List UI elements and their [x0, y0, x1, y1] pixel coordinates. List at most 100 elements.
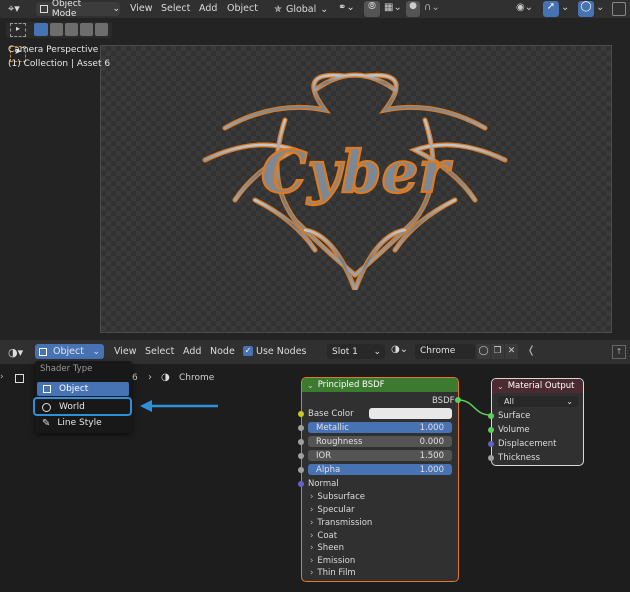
shader-menu-add[interactable]: Add: [183, 346, 201, 357]
collapse-icon[interactable]: ⌄: [307, 381, 314, 390]
menu-select[interactable]: Select: [161, 3, 190, 14]
select-subtract-icon[interactable]: [65, 23, 78, 36]
panel-label: Coat: [317, 531, 338, 541]
collapse-icon[interactable]: ⌄: [497, 382, 504, 391]
select-invert-icon[interactable]: [80, 23, 93, 36]
breadcrumb-material: Chrome: [179, 373, 215, 383]
object-type-icon: [39, 347, 47, 356]
roughness-label: Roughness: [316, 436, 363, 447]
surface-socket[interactable]: [488, 413, 494, 419]
snap-target-icon[interactable]: ▦⌄: [384, 2, 402, 13]
alpha-socket[interactable]: [298, 467, 304, 473]
object-mode-label: Object Mode: [51, 0, 82, 19]
surface-label: Surface: [498, 411, 531, 421]
target-dropdown[interactable]: All ⌄: [498, 396, 578, 407]
base-color-label: Base Color: [308, 409, 354, 419]
metallic-field[interactable]: Metallic 1.000: [308, 422, 452, 433]
shader-menu-node[interactable]: Node: [210, 346, 235, 357]
shader-type-menu-title: Shader Type: [40, 364, 93, 374]
node-header[interactable]: ⌄ Material Output: [492, 379, 583, 393]
panel-subsurface[interactable]: › Subsurface: [310, 492, 365, 502]
thickness-socket[interactable]: [488, 455, 494, 461]
menu-view[interactable]: View: [130, 3, 153, 14]
select-box-icon[interactable]: [34, 23, 48, 36]
pivot-icon[interactable]: ⚭⌄: [338, 2, 355, 13]
base-color-socket[interactable]: [298, 411, 304, 417]
chevron-right-icon: ›: [310, 505, 314, 515]
use-nodes-checkbox[interactable]: ✓: [243, 346, 253, 356]
bsdf-output-socket[interactable]: [455, 397, 461, 403]
chevron-down-icon: ⌄: [112, 4, 120, 14]
roughness-socket[interactable]: [298, 439, 304, 445]
use-nodes-label: Use Nodes: [256, 346, 307, 357]
metallic-socket[interactable]: [298, 425, 304, 431]
material-name-field[interactable]: Chrome: [415, 344, 475, 359]
ior-field[interactable]: IOR 1.500: [308, 450, 452, 461]
volume-socket[interactable]: [488, 427, 494, 433]
menu-add[interactable]: Add: [199, 3, 217, 14]
panel-thin-film[interactable]: › Thin Film: [310, 568, 356, 578]
cyber-logo-artwork: Cyber: [202, 72, 508, 290]
breadcrumb-partial: 6: [132, 373, 138, 383]
line-style-icon: ✎: [42, 417, 51, 429]
chevron-right-icon: ›: [310, 492, 314, 502]
metallic-value: 1.000: [419, 422, 444, 433]
roughness-value: 0.000: [419, 436, 444, 447]
transform-orientation[interactable]: ✯ Global ⌄: [274, 2, 332, 16]
overlay-toggle-icon[interactable]: ◯: [578, 1, 594, 17]
fake-user-icon[interactable]: ◯: [477, 344, 490, 359]
falloff-icon[interactable]: ∩⌄: [424, 2, 440, 13]
shader-type-object-label: Object: [59, 384, 89, 394]
roughness-field[interactable]: Roughness 0.000: [308, 436, 452, 447]
panel-emission[interactable]: › Emission: [310, 556, 355, 566]
panel-transmission[interactable]: › Transmission: [310, 518, 372, 528]
displacement-socket[interactable]: [488, 441, 494, 447]
base-color-swatch[interactable]: [369, 408, 452, 419]
viewport[interactable]: ▸ ➤ Camera Perspective (1) Collection | …: [0, 18, 630, 340]
volume-label: Volume: [498, 425, 530, 435]
unlink-icon[interactable]: ✕: [505, 344, 518, 359]
panel-label: Subsurface: [317, 492, 365, 502]
select-extend-icon[interactable]: [50, 23, 63, 36]
alpha-field[interactable]: Alpha 1.000: [308, 464, 452, 475]
snap-icon[interactable]: ⦾: [364, 1, 380, 17]
material-name: Chrome: [420, 346, 456, 356]
sidebar-toggle-icon[interactable]: ↑: [612, 345, 626, 359]
world-icon: [42, 402, 51, 412]
panel-label: Transmission: [317, 518, 373, 528]
ior-socket[interactable]: [298, 453, 304, 459]
node-header[interactable]: ⌄ Principled BSDF: [302, 378, 458, 392]
xray-icon[interactable]: [612, 2, 626, 16]
material-browse-icon[interactable]: ◑⌄: [391, 344, 413, 359]
editor-type-icon[interactable]: ⌖▾: [8, 2, 30, 16]
visibility-icon[interactable]: ◉⌄: [516, 2, 533, 13]
duplicate-icon[interactable]: ❐: [491, 344, 504, 359]
panel-specular[interactable]: › Specular: [310, 505, 355, 515]
select-tool-icon[interactable]: ▸: [10, 23, 26, 37]
panel-label: Thin Film: [317, 568, 356, 578]
shader-type-world-item[interactable]: World: [37, 400, 129, 414]
menu-object[interactable]: Object: [227, 3, 258, 14]
object-mode-dropdown[interactable]: Object Mode ⌄: [36, 0, 120, 19]
shader-menu-select[interactable]: Select: [145, 346, 174, 357]
shader-type-object-item[interactable]: Object: [37, 382, 129, 396]
normal-socket[interactable]: [298, 481, 304, 487]
object-type-dropdown[interactable]: Object ⌄: [35, 344, 104, 359]
shader-editor-type-icon[interactable]: ◑▾: [8, 346, 23, 359]
select-intersect-icon[interactable]: [95, 23, 108, 36]
gizmo-options-icon[interactable]: ⌄: [561, 2, 569, 13]
shader-menu-view[interactable]: View: [114, 346, 137, 357]
shader-type-line-style-item[interactable]: ✎ Line Style: [37, 416, 129, 430]
slot-dropdown[interactable]: Slot 1 ⌄: [327, 344, 385, 359]
gizmo-toggle-icon[interactable]: ➚: [543, 1, 559, 17]
panel-label: Specular: [317, 505, 355, 515]
alpha-value: 1.000: [419, 464, 444, 475]
pin-icon[interactable]: ❬: [527, 345, 535, 356]
panel-sheen[interactable]: › Sheen: [310, 543, 344, 553]
chevron-down-icon: ⌄: [92, 346, 100, 357]
orientation-icon: ✯: [274, 3, 282, 15]
panel-coat[interactable]: › Coat: [310, 531, 337, 541]
collection-label: (1) Collection | Asset 6: [8, 59, 111, 69]
overlay-options-icon[interactable]: ⌄: [596, 2, 604, 13]
proportional-edit-icon[interactable]: ●: [406, 1, 420, 17]
